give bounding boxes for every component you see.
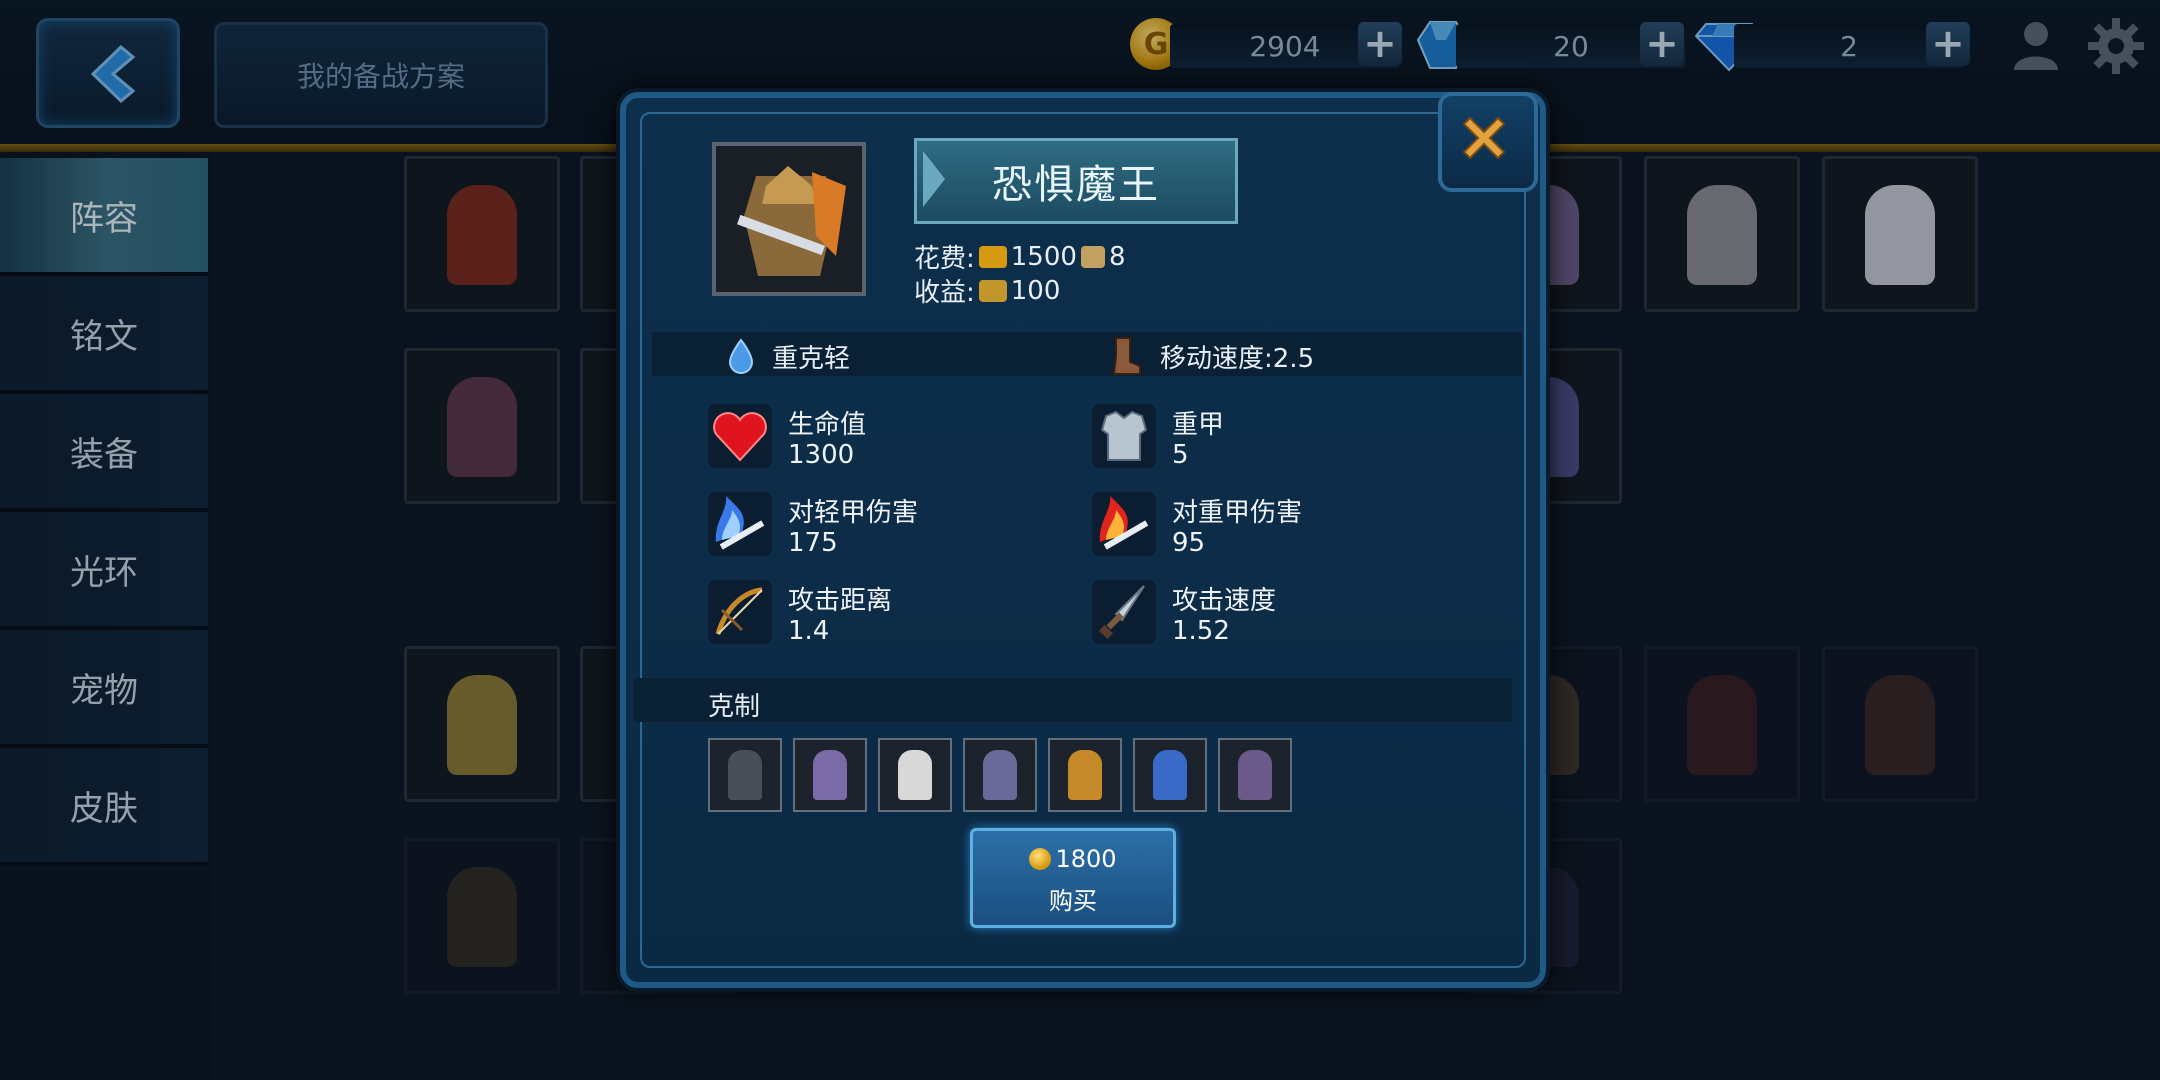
move-speed: 移动速度:2.5 <box>1160 344 1315 374</box>
star-food-icon <box>1080 245 1105 268</box>
buy-price-row: 1800 <box>973 845 1173 873</box>
buy-label: 购买 <box>1049 887 1097 915</box>
stat-value-attack-speed: 1.52 <box>1172 616 1230 646</box>
stat-label-light-damage: 对轻甲伤害 <box>788 498 919 528</box>
unit-portrait <box>712 142 866 296</box>
counter-unit[interactable] <box>1048 738 1122 812</box>
armor-icon <box>1100 410 1148 461</box>
gold-bar-icon <box>978 245 1007 268</box>
unit-name: 恐惧魔王 <box>992 162 1160 208</box>
income-row: 收益: 100 <box>914 272 1060 309</box>
red-flame-sword-icon <box>1099 496 1149 550</box>
counter-unit[interactable] <box>1218 738 1292 812</box>
counter-unit[interactable] <box>708 738 782 812</box>
water-drop-icon <box>728 338 754 374</box>
stat-icon-heavy-damage <box>1092 492 1156 556</box>
income-label: 收益: <box>914 278 975 308</box>
cost-gold: 1500 <box>1010 241 1077 272</box>
stat-label-armor: 重甲 <box>1172 410 1225 440</box>
stat-label-range: 攻击距离 <box>788 586 893 616</box>
boot-icon <box>1112 337 1141 375</box>
counter-unit[interactable] <box>963 738 1037 812</box>
cost-stars: 8 <box>1108 241 1126 272</box>
dread-lord-portrait-icon <box>716 146 862 292</box>
stat-icon-armor <box>1092 404 1156 468</box>
counter-unit[interactable] <box>793 738 867 812</box>
counter-type: 重克轻 <box>772 344 851 374</box>
counter-unit[interactable] <box>1133 738 1207 812</box>
coin-icon <box>1029 848 1052 870</box>
cost-row: 花费: 1500 8 <box>914 238 1125 275</box>
counters-label: 克制 <box>708 692 761 722</box>
income-icon <box>978 279 1007 302</box>
income-value: 100 <box>1010 275 1061 306</box>
stat-value-light-damage: 175 <box>788 528 838 558</box>
counters-strip <box>634 678 1512 722</box>
banner-arrow <box>923 151 945 207</box>
stat-icon-range <box>708 580 772 644</box>
buy-price: 1800 <box>1055 845 1117 873</box>
dagger-icon <box>1098 585 1145 640</box>
stat-label-heavy-damage: 对重甲伤害 <box>1172 498 1303 528</box>
stat-value-armor: 5 <box>1172 440 1189 470</box>
cost-label: 花费: <box>914 244 975 274</box>
stat-icon-light-damage <box>708 492 772 556</box>
stat-value-heavy-damage: 95 <box>1172 528 1206 558</box>
unit-name-banner: 恐惧魔王 <box>914 138 1238 224</box>
heart-icon <box>713 412 767 462</box>
buy-button[interactable]: 1800 购买 <box>970 828 1176 928</box>
close-icon <box>1462 116 1506 160</box>
stat-value-hp: 1300 <box>788 440 855 470</box>
stat-icon-attack-speed <box>1092 580 1156 644</box>
stat-value-range: 1.4 <box>788 616 830 646</box>
stat-label-hp: 生命值 <box>788 410 867 440</box>
stat-icon-hp <box>708 404 772 468</box>
counter-unit[interactable] <box>878 738 952 812</box>
stat-label-attack-speed: 攻击速度 <box>1172 586 1277 616</box>
blue-flame-sword-icon <box>715 496 765 550</box>
close-button[interactable] <box>1438 92 1538 192</box>
bow-icon <box>715 587 763 635</box>
